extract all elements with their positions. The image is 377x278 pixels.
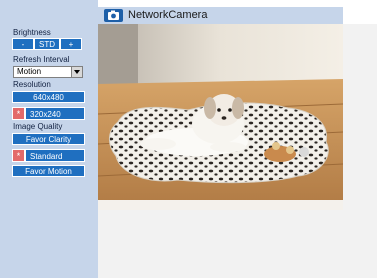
refresh-interval-label: Refresh Interval xyxy=(13,55,70,64)
chevron-down-icon[interactable] xyxy=(71,67,82,77)
camera-icon xyxy=(104,9,123,22)
quality-favor-clarity-button[interactable]: Favor Clarity xyxy=(12,133,85,145)
camera-live-image xyxy=(97,24,344,210)
control-sidebar: Brightness - STD + Refresh Interval Moti… xyxy=(0,0,98,278)
refresh-interval-value: Motion xyxy=(17,67,42,76)
resolution-640x480-button[interactable]: 640x480 xyxy=(12,91,85,103)
header-bar: NetworkCamera xyxy=(98,7,343,24)
content-area-lower xyxy=(98,210,343,278)
resolution-320x240-button[interactable]: 320x240 xyxy=(25,107,85,120)
page-title: NetworkCamera xyxy=(128,9,208,21)
image-quality-label: Image Quality xyxy=(13,122,63,131)
brightness-label: Brightness xyxy=(13,28,51,37)
content-area-right xyxy=(343,24,377,278)
quality-favor-motion-button[interactable]: Favor Motion xyxy=(12,165,85,177)
brightness-plus-button[interactable]: + xyxy=(60,38,82,50)
resolution-label: Resolution xyxy=(13,80,51,89)
brightness-std-button[interactable]: STD xyxy=(34,38,60,50)
selected-marker-icon: * xyxy=(12,149,25,162)
selected-marker-icon: * xyxy=(12,107,25,120)
brightness-minus-button[interactable]: - xyxy=(12,38,34,50)
refresh-interval-select[interactable]: Motion xyxy=(13,66,83,78)
quality-standard-button[interactable]: Standard xyxy=(25,149,85,162)
